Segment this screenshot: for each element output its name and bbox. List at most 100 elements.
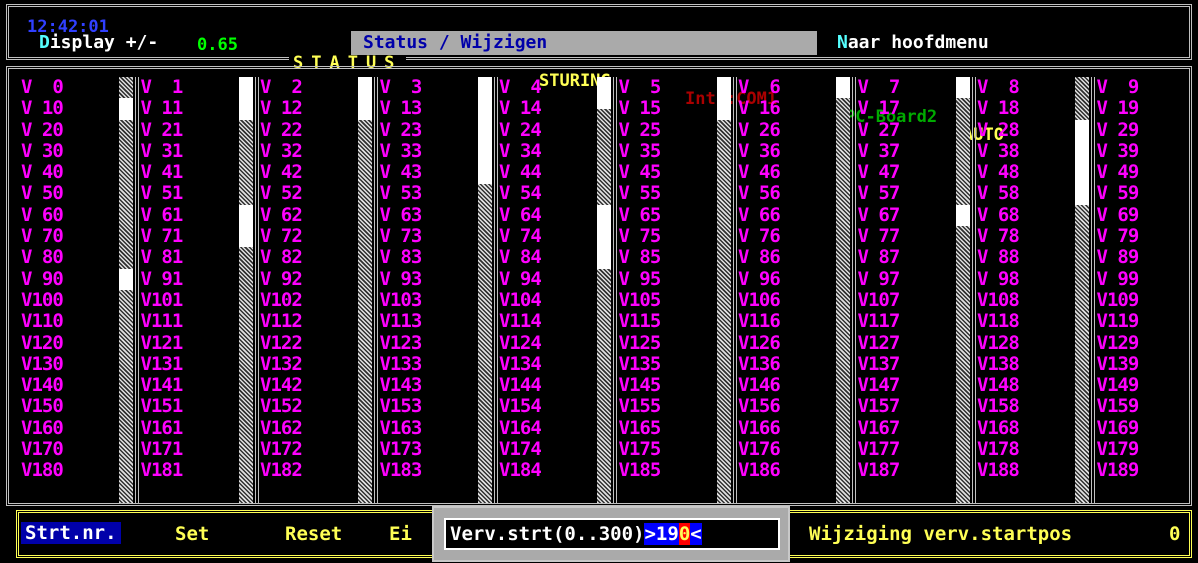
v-cell[interactable]: V111 (141, 310, 237, 332)
v-cell[interactable]: V116 (738, 310, 834, 332)
v-cell[interactable]: V 8 (977, 76, 1073, 98)
v-cell[interactable]: V 14 (499, 97, 595, 119)
v-cell[interactable]: V 9 (1097, 76, 1190, 98)
scrollbar-thumb[interactable] (238, 204, 253, 248)
v-cell[interactable]: V109 (1097, 289, 1190, 311)
v-cell[interactable]: V 55 (619, 183, 715, 205)
v-cell[interactable]: V108 (977, 289, 1073, 311)
v-cell[interactable]: V104 (499, 289, 595, 311)
v-cell[interactable]: V153 (380, 396, 476, 418)
v-cell[interactable]: V 82 (260, 247, 356, 269)
column-scrollbar[interactable] (238, 77, 253, 503)
v-cell[interactable]: V 90 (21, 268, 117, 290)
v-cell[interactable]: V122 (260, 332, 356, 354)
v-cell[interactable]: V 34 (499, 140, 595, 162)
v-cell[interactable]: V 0 (21, 76, 117, 98)
scrollbar-thumb[interactable] (477, 77, 492, 184)
v-cell[interactable]: V 53 (380, 183, 476, 205)
v-cell[interactable]: V110 (21, 310, 117, 332)
v-cell[interactable]: V 71 (141, 225, 237, 247)
scrollbar-thumb[interactable] (955, 77, 970, 99)
v-cell[interactable]: V 56 (738, 183, 834, 205)
v-cell[interactable]: V 19 (1097, 97, 1190, 119)
start-number-button[interactable]: Strt.nr. (21, 522, 121, 544)
v-cell[interactable]: V 13 (380, 97, 476, 119)
v-cell[interactable]: V 21 (141, 119, 237, 141)
v-cell[interactable]: V 93 (380, 268, 476, 290)
scrollbar-thumb[interactable] (238, 77, 253, 120)
v-cell[interactable]: V 88 (977, 247, 1073, 269)
scrollbar-thumb[interactable] (955, 204, 970, 227)
v-cell[interactable]: V121 (141, 332, 237, 354)
v-cell[interactable]: V 96 (738, 268, 834, 290)
v-cell[interactable]: V167 (858, 417, 954, 439)
v-cell[interactable]: V134 (499, 353, 595, 375)
v-cell[interactable]: V148 (977, 374, 1073, 396)
v-cell[interactable]: V146 (738, 374, 834, 396)
v-cell[interactable]: V 5 (619, 76, 715, 98)
v-cell[interactable]: V159 (1097, 396, 1190, 418)
v-cell[interactable]: V 75 (619, 225, 715, 247)
v-cell[interactable]: V 61 (141, 204, 237, 226)
v-cell[interactable]: V177 (858, 438, 954, 460)
v-cell[interactable]: V 28 (977, 119, 1073, 141)
v-cell[interactable]: V 52 (260, 183, 356, 205)
v-cell[interactable]: V139 (1097, 353, 1190, 375)
v-cell[interactable]: V186 (738, 460, 834, 482)
v-cell[interactable]: V103 (380, 289, 476, 311)
v-cell[interactable]: V151 (141, 396, 237, 418)
status-wijzigen-menu[interactable]: Status / Wijzigen (351, 31, 817, 55)
display-toggle-button[interactable]: Display +/- (39, 33, 158, 53)
v-cell[interactable]: V 47 (858, 161, 954, 183)
scrollbar-thumb[interactable] (597, 204, 611, 269)
v-cell[interactable]: V136 (738, 353, 834, 375)
v-cell[interactable]: V184 (499, 460, 595, 482)
v-cell[interactable]: V175 (619, 438, 715, 460)
v-cell[interactable]: V119 (1097, 310, 1190, 332)
v-cell[interactable]: V101 (141, 289, 237, 311)
v-cell[interactable]: V 48 (977, 161, 1073, 183)
v-cell[interactable]: V172 (260, 438, 356, 460)
v-cell[interactable]: V 54 (499, 183, 595, 205)
v-cell[interactable]: V174 (499, 438, 595, 460)
v-cell[interactable]: V130 (21, 353, 117, 375)
scrollbar-thumb[interactable] (716, 77, 731, 120)
v-cell[interactable]: V 86 (738, 247, 834, 269)
v-cell[interactable]: V 58 (977, 183, 1073, 205)
v-cell[interactable]: V145 (619, 374, 715, 396)
v-cell[interactable]: V 35 (619, 140, 715, 162)
v-cell[interactable]: V133 (380, 353, 476, 375)
v-cell[interactable]: V 62 (260, 204, 356, 226)
v-cell[interactable]: V 51 (141, 183, 237, 205)
v-cell[interactable]: V147 (858, 374, 954, 396)
v-cell[interactable]: V140 (21, 374, 117, 396)
v-cell[interactable]: V115 (619, 310, 715, 332)
column-scrollbar[interactable] (597, 77, 611, 503)
v-cell[interactable]: V102 (260, 289, 356, 311)
scrollbar-thumb[interactable] (597, 77, 611, 109)
v-cell[interactable]: V 70 (21, 225, 117, 247)
v-cell[interactable]: V123 (380, 332, 476, 354)
v-cell[interactable]: V164 (499, 417, 595, 439)
v-cell[interactable]: V 37 (858, 140, 954, 162)
v-cell[interactable]: V158 (977, 396, 1073, 418)
v-cell[interactable]: V 40 (21, 161, 117, 183)
v-cell[interactable]: V170 (21, 438, 117, 460)
v-cell[interactable]: V 33 (380, 140, 476, 162)
v-cell[interactable]: V 68 (977, 204, 1073, 226)
v-cell[interactable]: V112 (260, 310, 356, 332)
v-cell[interactable]: V156 (738, 396, 834, 418)
scrollbar-thumb[interactable] (358, 77, 372, 120)
v-cell[interactable]: V 74 (499, 225, 595, 247)
v-cell[interactable]: V137 (858, 353, 954, 375)
v-cell[interactable]: V165 (619, 417, 715, 439)
v-cell[interactable]: V 80 (21, 247, 117, 269)
v-cell[interactable]: V154 (499, 396, 595, 418)
v-cell[interactable]: V162 (260, 417, 356, 439)
v-cell[interactable]: V 66 (738, 204, 834, 226)
v-cell[interactable]: V 46 (738, 161, 834, 183)
v-cell[interactable]: V 64 (499, 204, 595, 226)
v-cell[interactable]: V157 (858, 396, 954, 418)
v-cell[interactable]: V 79 (1097, 225, 1190, 247)
v-cell[interactable]: V 49 (1097, 161, 1190, 183)
